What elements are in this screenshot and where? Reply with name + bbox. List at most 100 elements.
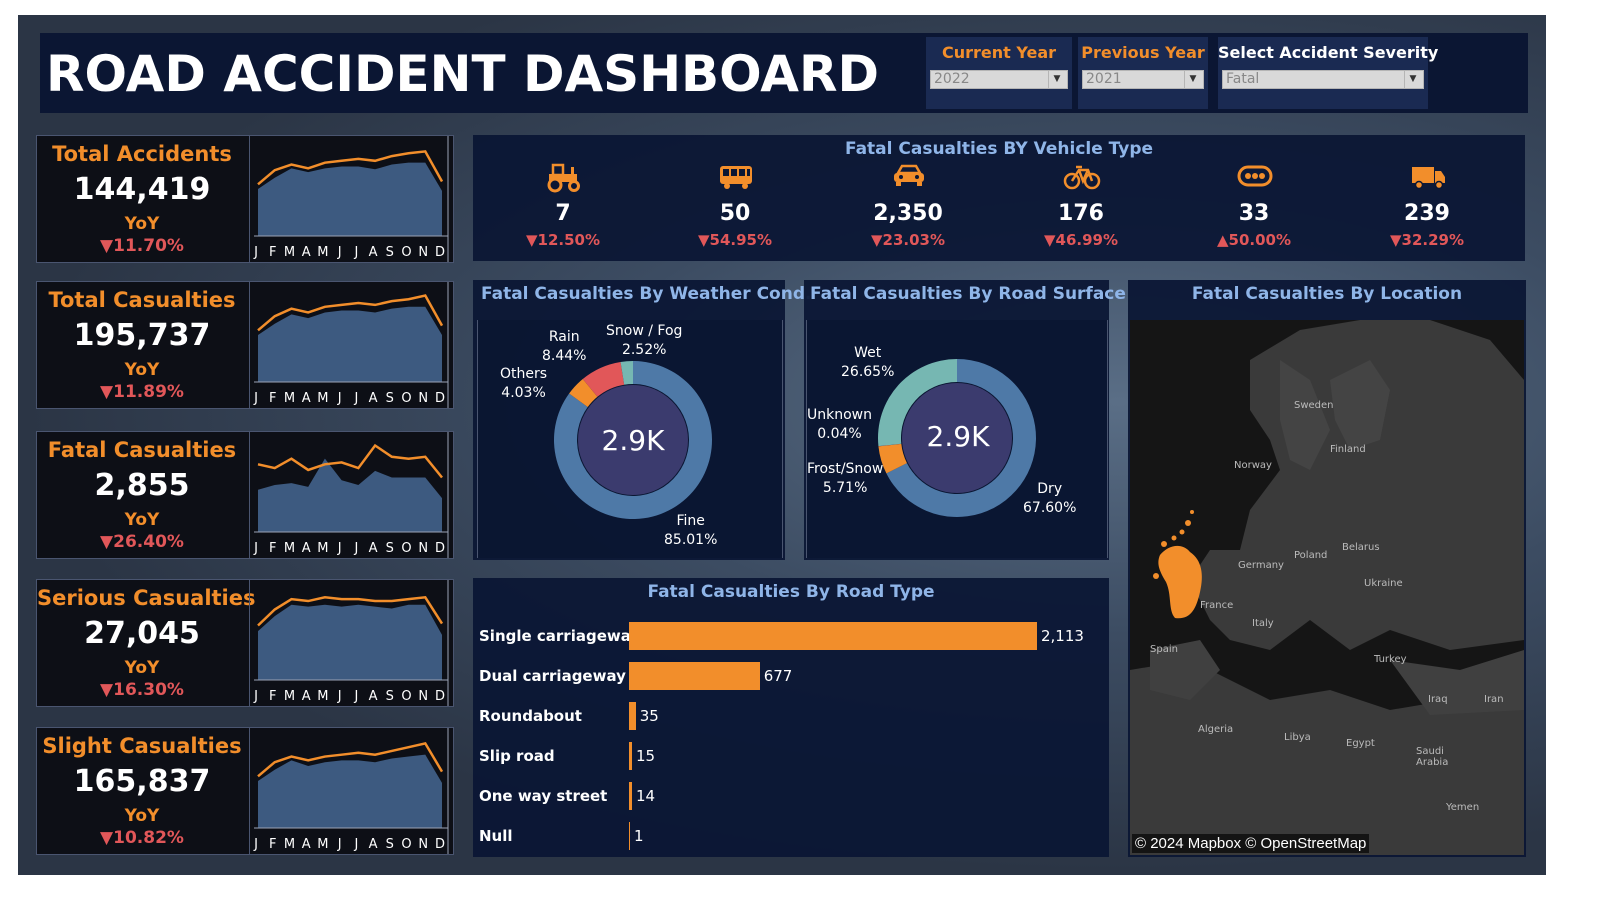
kpi-yoy-label: YoY (124, 214, 160, 234)
sparkline-tick: A (302, 245, 311, 260)
map-label: Libya (1284, 732, 1311, 743)
bar[interactable] (629, 742, 632, 770)
kpi-value: 144,419 (73, 172, 211, 207)
sparkline-tick: F (269, 837, 276, 852)
road-surface-panel: Fatal Casualties By Road Surface 2.9K We… (804, 280, 1126, 560)
label-fine: Fine 85.01% (664, 512, 717, 550)
previous-year-select[interactable]: 2021 ▼ (1082, 70, 1204, 89)
bar-value-label: 2,113 (1041, 627, 1084, 645)
sparkline-tick: J (253, 245, 258, 260)
vehicle-value: 50 (719, 201, 751, 226)
van-icon (1412, 167, 1445, 190)
select-value: 2021 (1086, 71, 1122, 87)
map-label: Belarus (1342, 542, 1380, 553)
slice-name: Snow / Fog (606, 323, 683, 339)
kpi-value: 195,737 (73, 318, 211, 353)
vehicle-change: ▼46.99% (1043, 231, 1118, 249)
bar-category-label: Dual carriageway (479, 667, 626, 685)
label-unknown: Unknown 0.04% (807, 406, 872, 444)
sparkline-tick: A (369, 837, 378, 852)
weather-chart-area: 2.9K Rain 8.44% Snow / Fog 2.52% Others 4.0… (477, 320, 783, 558)
sparkline-total-casualties: JFMAMJJASOND (249, 282, 454, 408)
bus-icon (720, 166, 752, 189)
sparkline-tick: J (337, 541, 342, 556)
bar[interactable] (629, 822, 630, 850)
filter-label: Current Year (941, 43, 1057, 62)
sparkline-tick: A (369, 689, 378, 704)
bicycle-icon (1063, 165, 1101, 190)
sparkline-tick: D (435, 837, 445, 852)
sparkline-tick: M (317, 689, 328, 704)
vehicle-change: ▲50.00% (1216, 231, 1291, 249)
bar[interactable] (629, 782, 632, 810)
sparkline-tick: M (284, 391, 295, 406)
sparkline-tick: S (386, 689, 394, 704)
vehicle-change: ▼23.03% (870, 231, 945, 249)
map-label: Iran (1484, 694, 1504, 705)
filter-accident-severity: Select Accident Severity Fatal ▼ (1218, 37, 1439, 109)
sparkline-tick: J (337, 391, 342, 406)
sparkline-tick: A (302, 541, 311, 556)
map-attribution[interactable]: © 2024 Mapbox © OpenStreetMap (1132, 834, 1370, 853)
kpi-yoy-label: YoY (124, 806, 160, 826)
sparkline-slight-casualties: JFMAMJJASOND (249, 728, 454, 854)
sparkline-tick: J (353, 541, 358, 556)
sparkline-tick: J (353, 689, 358, 704)
slice-name: Others (500, 366, 548, 382)
chevron-down-icon[interactable]: ▼ (1404, 71, 1421, 88)
car-icon (894, 164, 924, 186)
bar[interactable] (629, 662, 760, 690)
donut-center-value: 2.9K (926, 420, 990, 453)
label-wet: Wet 26.65% (841, 344, 894, 382)
accident-severity-select[interactable]: Fatal ▼ (1222, 70, 1424, 89)
slice-pct: 4.03% (501, 385, 546, 401)
vehicle-value: 7 (555, 201, 571, 226)
dashboard-frame: ROAD ACCIDENT DASHBOARD Current Year 202… (18, 15, 1546, 875)
bar-value-label: 35 (639, 707, 659, 725)
label-dry: Dry 67.60% (1023, 480, 1076, 518)
slice-pct: 0.04% (817, 426, 862, 442)
sparkline-tick: N (418, 391, 428, 406)
kpi-name: Slight Casualties (42, 734, 242, 758)
sparkline-tick: M (317, 541, 328, 556)
sparkline-tick: D (435, 245, 445, 260)
kpi-name: Fatal Casualties (47, 438, 237, 462)
kpi-change: ▼11.89% (100, 382, 184, 402)
filter-previous-year: Previous Year 2021 ▼ (1078, 37, 1208, 109)
sparkline-chart: JFMAMJJASOND (253, 136, 449, 262)
vehicle-value: 239 (1404, 201, 1450, 226)
slice-name: Fine (676, 513, 705, 529)
map-label: Poland (1294, 550, 1328, 561)
map-canvas[interactable]: Sweden Finland Norway Belarus Poland Ger… (1130, 320, 1524, 855)
sparkline-tick: D (435, 541, 445, 556)
bar-category-label: Slip road (479, 747, 555, 765)
bar[interactable] (629, 622, 1037, 650)
vehicle-change: ▼12.50% (525, 231, 600, 249)
sparkline-tick: O (401, 837, 411, 852)
bar-category-label: Single carriageway (479, 627, 641, 645)
current-year-select[interactable]: 2022 ▼ (930, 70, 1068, 89)
map-label: Sweden (1294, 400, 1334, 411)
sparkline-tick: J (353, 837, 358, 852)
sparkline-tick: M (284, 245, 295, 260)
map-label: Yemen (1446, 802, 1480, 813)
filter-label: Select Accident Severity (1218, 43, 1439, 62)
chevron-down-icon[interactable]: ▼ (1184, 71, 1201, 88)
sparkline-tick: S (386, 245, 394, 260)
slice-pct: 67.60% (1023, 500, 1077, 516)
bar[interactable] (629, 702, 636, 730)
map-label: Saudi Arabia (1416, 746, 1449, 768)
chevron-down-icon[interactable]: ▼ (1048, 71, 1065, 88)
sparkline-tick: S (386, 837, 394, 852)
sparkline-tick: A (302, 837, 311, 852)
sparkline-chart: JFMAMJJASOND (253, 728, 449, 854)
sparkline-chart: JFMAMJJASOND (253, 580, 449, 706)
filter-current-year: Current Year 2022 ▼ (926, 37, 1072, 109)
sparkline-tick: M (284, 541, 295, 556)
slice-name: Wet (854, 345, 882, 361)
vehicle-bicycle: 176 ▼46.99% (1021, 161, 1141, 257)
donut-center-value: 2.9K (601, 424, 665, 457)
sparkline-area (258, 458, 442, 532)
sparkline-tick: J (337, 689, 342, 704)
sparkline-tick: S (386, 391, 394, 406)
